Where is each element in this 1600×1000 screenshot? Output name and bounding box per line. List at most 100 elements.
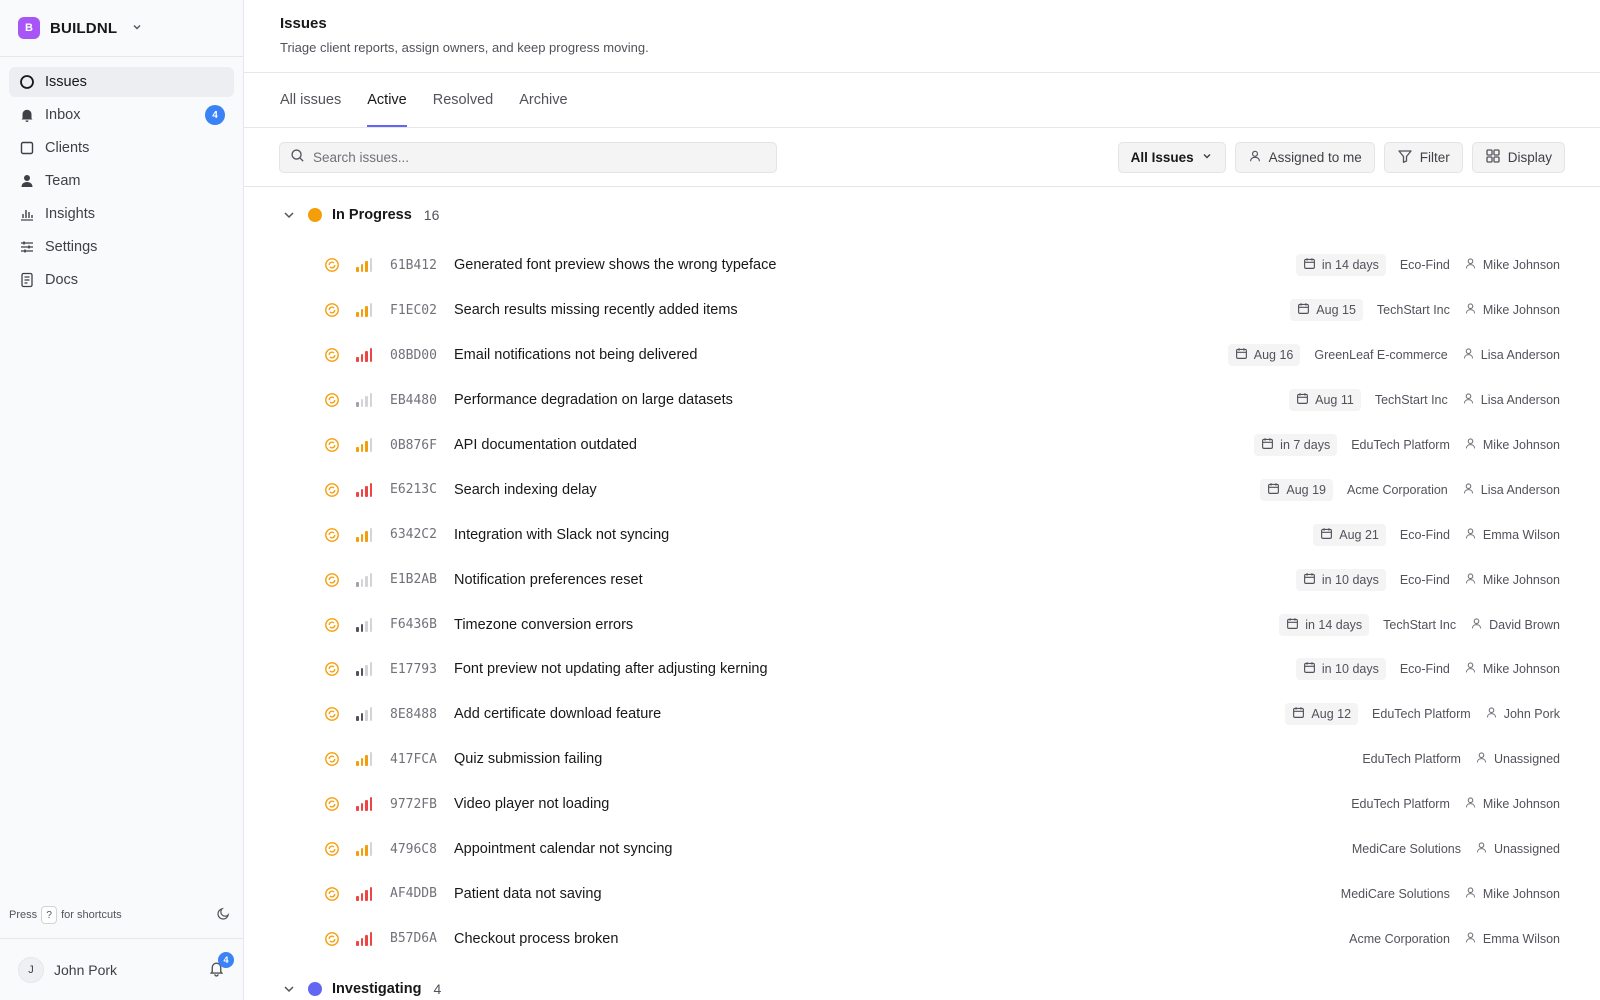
client-name[interactable]: EduTech Platform [1351, 438, 1450, 452]
client-name[interactable]: TechStart Inc [1383, 618, 1456, 632]
assignee[interactable]: Mike Johnson [1464, 886, 1560, 902]
due-date-chip[interactable]: in 10 days [1295, 568, 1386, 591]
assignee[interactable]: Lisa Anderson [1462, 482, 1560, 498]
issue-title[interactable]: Notification preferences reset [454, 572, 1286, 588]
priority-bars-icon[interactable] [356, 258, 376, 273]
priority-bars-icon[interactable] [356, 842, 376, 857]
due-date-chip[interactable]: in 7 days [1254, 434, 1338, 456]
table-row[interactable]: 08BD00 Email notifications not being deli… [244, 333, 1600, 378]
sidebar-item-settings[interactable]: Settings [9, 232, 234, 262]
in-progress-status-icon[interactable] [324, 572, 340, 588]
client-name[interactable]: EduTech Platform [1372, 707, 1471, 721]
priority-bars-icon[interactable] [356, 527, 376, 542]
in-progress-status-icon[interactable] [324, 841, 340, 857]
priority-bars-icon[interactable] [356, 752, 376, 767]
chevron-down-icon[interactable] [280, 982, 298, 996]
priority-bars-icon[interactable] [356, 348, 376, 363]
priority-bars-icon[interactable] [356, 931, 376, 946]
assignee[interactable]: Unassigned [1475, 751, 1560, 767]
priority-bars-icon[interactable] [356, 303, 376, 318]
assigned-to-me-button[interactable]: Assigned to me [1234, 141, 1375, 173]
issue-title[interactable]: Search indexing delay [454, 482, 1250, 498]
issue-title[interactable]: Search results missing recently added it… [454, 302, 1280, 318]
in-progress-status-icon[interactable] [324, 482, 340, 498]
table-row[interactable]: 4796C8 Appointment calendar not syncing Me… [244, 827, 1600, 872]
table-row[interactable]: E1B2AB Notification preferences reset in 1… [244, 557, 1600, 602]
assignee[interactable]: Mike Johnson [1464, 661, 1560, 677]
priority-bars-icon[interactable] [356, 662, 376, 677]
in-progress-status-icon[interactable] [324, 302, 340, 318]
table-row[interactable]: EB4480 Performance degradation on large d… [244, 378, 1600, 423]
issue-title[interactable]: API documentation outdated [454, 437, 1244, 453]
table-row[interactable]: 8E8488 Add certificate download feature Au… [244, 692, 1600, 737]
priority-bars-icon[interactable] [356, 572, 376, 587]
table-row[interactable]: 6342C2 Integration with Slack not syncing… [244, 512, 1600, 557]
assignee[interactable]: Unassigned [1475, 841, 1560, 857]
issue-title[interactable]: Video player not loading [454, 796, 1341, 812]
assignee[interactable]: John Pork [1485, 706, 1560, 722]
in-progress-status-icon[interactable] [324, 931, 340, 947]
in-progress-status-icon[interactable] [324, 392, 340, 408]
table-row[interactable]: F6436B Timezone conversion errors in 14 da… [244, 602, 1600, 647]
tab-resolved[interactable]: Resolved [433, 73, 493, 127]
assignee[interactable]: Mike Johnson [1464, 437, 1560, 453]
in-progress-status-icon[interactable] [324, 527, 340, 543]
in-progress-status-icon[interactable] [324, 257, 340, 273]
assignee[interactable]: Mike Johnson [1464, 796, 1560, 812]
priority-bars-icon[interactable] [356, 482, 376, 497]
assignee[interactable]: Emma Wilson [1464, 527, 1560, 543]
due-date-chip[interactable]: in 14 days [1279, 613, 1370, 636]
notifications-bell-icon[interactable]: 4 [208, 951, 234, 980]
due-date-chip[interactable]: Aug 21 [1313, 523, 1386, 546]
in-progress-status-icon[interactable] [324, 347, 340, 363]
sidebar-item-insights[interactable]: Insights [9, 199, 234, 229]
priority-bars-icon[interactable] [356, 707, 376, 722]
due-date-chip[interactable]: Aug 15 [1290, 299, 1363, 322]
tab-all-issues[interactable]: All issues [280, 73, 341, 127]
in-progress-status-icon[interactable] [324, 661, 340, 677]
due-date-chip[interactable]: Aug 11 [1289, 389, 1361, 412]
sidebar-item-docs[interactable]: Docs [9, 265, 234, 295]
in-progress-status-icon[interactable] [324, 437, 340, 453]
issue-title[interactable]: Add certificate download feature [454, 706, 1275, 722]
client-name[interactable]: EduTech Platform [1362, 752, 1461, 766]
table-row[interactable]: 0B876F API documentation outdated in 7 day… [244, 423, 1600, 468]
table-row[interactable]: E6213C Search indexing delay Aug 19 Acme Co… [244, 467, 1600, 512]
client-name[interactable]: MediCare Solutions [1352, 842, 1461, 856]
issue-title[interactable]: Performance degradation on large dataset… [454, 392, 1279, 408]
client-name[interactable]: Eco-Find [1400, 258, 1450, 272]
in-progress-status-icon[interactable] [324, 706, 340, 722]
client-name[interactable]: MediCare Solutions [1341, 887, 1450, 901]
issue-title[interactable]: Font preview not updating after adjustin… [454, 661, 1286, 677]
in-progress-status-icon[interactable] [324, 617, 340, 633]
moon-icon[interactable] [216, 906, 231, 924]
in-progress-status-icon[interactable] [324, 886, 340, 902]
issue-title[interactable]: Generated font preview shows the wrong t… [454, 257, 1286, 273]
display-button[interactable]: Display [1471, 141, 1565, 173]
assignee[interactable]: Emma Wilson [1464, 931, 1560, 947]
assignee[interactable]: Mike Johnson [1464, 302, 1560, 318]
in-progress-status-icon[interactable] [324, 751, 340, 767]
tab-active[interactable]: Active [367, 73, 407, 127]
client-name[interactable]: TechStart Inc [1375, 393, 1448, 407]
issue-title[interactable]: Checkout process broken [454, 931, 1339, 947]
issue-title[interactable]: Timezone conversion errors [454, 617, 1269, 633]
issue-title[interactable]: Appointment calendar not syncing [454, 841, 1342, 857]
table-row[interactable]: 61B412 Generated font preview shows the w… [244, 243, 1600, 288]
user-profile[interactable]: J John Pork 4 [0, 938, 243, 1000]
workspace-switcher[interactable]: B BUILDNL [0, 0, 243, 57]
priority-bars-icon[interactable] [356, 393, 376, 408]
sidebar-item-clients[interactable]: Clients [9, 133, 234, 163]
due-date-chip[interactable]: Aug 16 [1227, 344, 1301, 367]
priority-bars-icon[interactable] [356, 438, 376, 452]
chevron-down-icon[interactable] [280, 208, 298, 222]
table-row[interactable]: E17793 Font preview not updating after ad… [244, 647, 1600, 692]
issue-title[interactable]: Email notifications not being delivered [454, 347, 1218, 363]
table-row[interactable]: F1EC02 Search results missing recently ad… [244, 288, 1600, 333]
assignee[interactable]: David Brown [1470, 617, 1560, 633]
client-name[interactable]: GreenLeaf E-commerce [1314, 348, 1447, 362]
client-name[interactable]: Eco-Find [1400, 573, 1450, 587]
search-input[interactable] [313, 149, 766, 165]
priority-bars-icon[interactable] [356, 797, 376, 812]
group-header-investigating[interactable]: Investigating 4 [244, 961, 1600, 1000]
